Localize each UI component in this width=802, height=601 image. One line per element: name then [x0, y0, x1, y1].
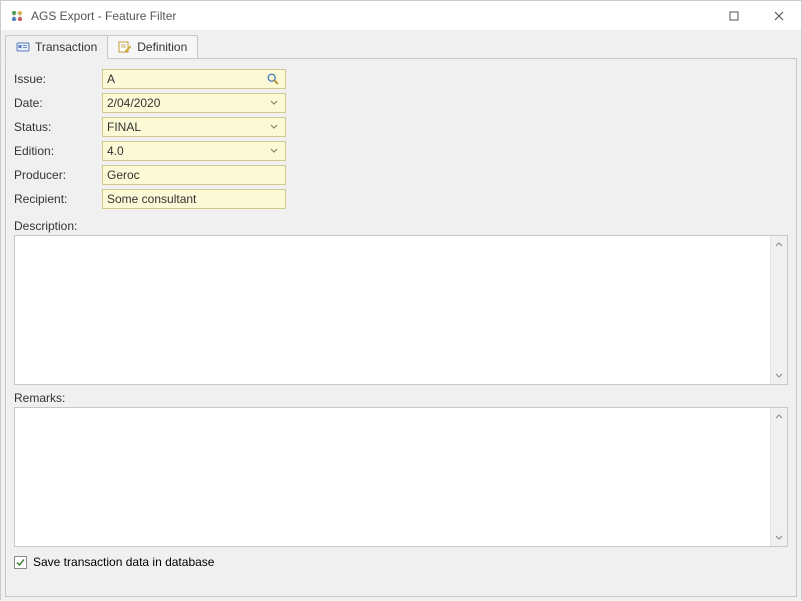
field-producer[interactable]: Geroc	[102, 165, 286, 185]
remarks-area	[14, 407, 788, 547]
label-description: Description:	[14, 219, 788, 233]
window-title: AGS Export - Feature Filter	[31, 9, 711, 23]
tab-transaction[interactable]: Transaction	[5, 35, 108, 59]
scroll-down-button[interactable]	[771, 529, 787, 546]
description-area	[14, 235, 788, 385]
window-controls	[711, 1, 801, 30]
field-value: Some consultant	[107, 192, 281, 206]
remarks-input[interactable]	[15, 408, 770, 546]
label-date: Date:	[14, 96, 102, 110]
close-icon	[774, 11, 784, 21]
chevron-down-icon	[775, 534, 783, 542]
row-edition: Edition: 4.0	[14, 141, 788, 161]
titlebar: AGS Export - Feature Filter	[1, 1, 801, 31]
card-icon	[16, 40, 30, 54]
chevron-down-icon	[270, 123, 278, 131]
dropdown-button[interactable]	[267, 95, 281, 111]
label-producer: Producer:	[14, 168, 102, 182]
client-area: Transaction Definition Issue: A Date: 2/…	[1, 31, 801, 601]
description-input[interactable]	[15, 236, 770, 384]
maximize-icon	[729, 11, 739, 21]
chevron-up-icon	[775, 413, 783, 421]
row-issue: Issue: A	[14, 69, 788, 89]
close-button[interactable]	[756, 1, 801, 30]
tab-strip: Transaction Definition	[5, 35, 797, 59]
edit-icon	[118, 40, 132, 54]
lookup-button[interactable]	[265, 71, 281, 87]
scrollbar[interactable]	[770, 408, 787, 546]
row-producer: Producer: Geroc	[14, 165, 788, 185]
save-checkbox-label[interactable]: Save transaction data in database	[33, 555, 214, 569]
field-recipient[interactable]: Some consultant	[102, 189, 286, 209]
save-checkbox[interactable]	[14, 556, 27, 569]
dropdown-button[interactable]	[267, 119, 281, 135]
check-icon	[15, 557, 26, 568]
dropdown-button[interactable]	[267, 143, 281, 159]
field-status[interactable]: FINAL	[102, 117, 286, 137]
label-status: Status:	[14, 120, 102, 134]
scroll-down-button[interactable]	[771, 367, 787, 384]
tab-label: Definition	[137, 40, 187, 54]
scroll-up-button[interactable]	[771, 408, 787, 425]
field-value: 2/04/2020	[107, 96, 267, 110]
field-value: Geroc	[107, 168, 281, 182]
row-date: Date: 2/04/2020	[14, 93, 788, 113]
field-issue[interactable]: A	[102, 69, 286, 89]
chevron-up-icon	[775, 241, 783, 249]
maximize-button[interactable]	[711, 1, 756, 30]
footer-row: Save transaction data in database	[14, 555, 788, 569]
chevron-down-icon	[270, 99, 278, 107]
tab-body-transaction: Issue: A Date: 2/04/2020 Status: FINAL	[5, 58, 797, 597]
field-value: FINAL	[107, 120, 267, 134]
row-recipient: Recipient: Some consultant	[14, 189, 788, 209]
label-remarks: Remarks:	[14, 391, 788, 405]
scrollbar[interactable]	[770, 236, 787, 384]
app-icon	[9, 8, 25, 24]
row-status: Status: FINAL	[14, 117, 788, 137]
chevron-down-icon	[270, 147, 278, 155]
scroll-up-button[interactable]	[771, 236, 787, 253]
field-edition[interactable]: 4.0	[102, 141, 286, 161]
tab-definition[interactable]: Definition	[107, 35, 198, 59]
field-date[interactable]: 2/04/2020	[102, 93, 286, 113]
field-value: A	[107, 72, 265, 86]
chevron-down-icon	[775, 372, 783, 380]
search-icon	[266, 72, 280, 86]
label-edition: Edition:	[14, 144, 102, 158]
tab-label: Transaction	[35, 40, 97, 54]
label-issue: Issue:	[14, 72, 102, 86]
label-recipient: Recipient:	[14, 192, 102, 206]
field-value: 4.0	[107, 144, 267, 158]
